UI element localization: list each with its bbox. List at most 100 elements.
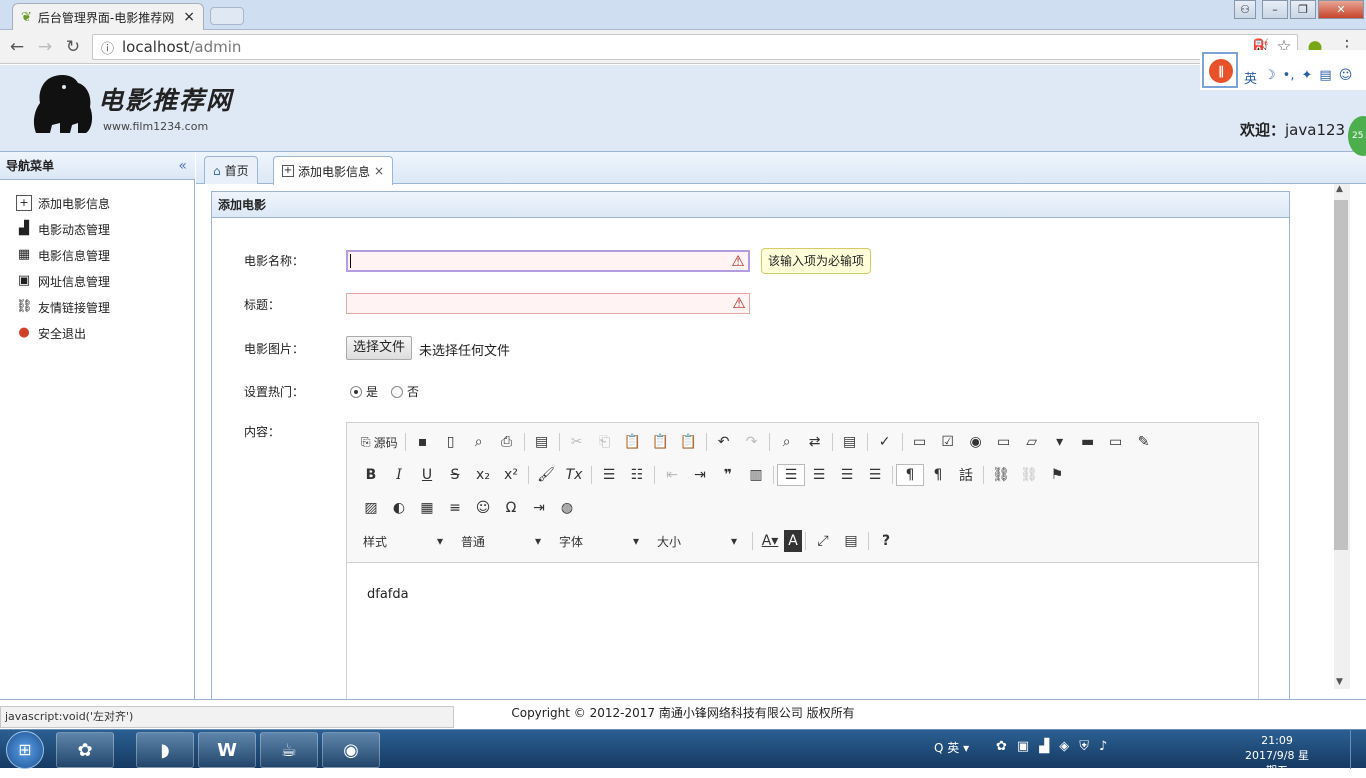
sidebar-item-links[interactable]: ⛓ 友情链接管理 <box>16 294 110 320</box>
scroll-up-icon[interactable]: ▲ <box>1336 184 1343 194</box>
redo-icon[interactable]: ↷ <box>738 431 766 453</box>
sidebar-item-movie-info[interactable]: ▦ 电影信息管理 <box>16 242 110 268</box>
movie-name-input[interactable]: ⚠ <box>346 250 750 272</box>
align-center-icon[interactable]: ☰ <box>805 464 833 486</box>
checkbox-icon[interactable]: ☑ <box>934 431 962 453</box>
smiley-icon[interactable]: ☺ <box>469 497 497 519</box>
textfield-icon[interactable]: ▭ <box>990 431 1018 453</box>
underline-icon[interactable]: U <box>413 464 441 486</box>
font-combo[interactable]: 字体 ▾ <box>553 530 645 552</box>
text-color-icon[interactable]: A▾ <box>756 530 784 552</box>
collapse-icon[interactable]: « <box>178 152 187 180</box>
image-icon[interactable]: ▨ <box>357 497 385 519</box>
tray-ime[interactable]: Q 英 ▾ <box>934 739 969 756</box>
editor-content[interactable]: dfafda <box>367 587 409 602</box>
paste-word-icon[interactable]: 📋 <box>675 431 703 453</box>
radio-no[interactable]: 否 <box>391 383 419 400</box>
forward-icon[interactable]: → <box>34 36 56 58</box>
tab-close-icon[interactable]: × <box>183 9 195 25</box>
language-icon[interactable]: 話 <box>952 464 980 486</box>
subscript-icon[interactable]: x₂ <box>469 464 497 486</box>
scrollbar-thumb[interactable] <box>1334 200 1348 550</box>
minimize-button[interactable]: – <box>1262 0 1288 19</box>
italic-icon[interactable]: I <box>385 464 413 486</box>
ime-logo[interactable]: ∥ <box>1202 52 1238 88</box>
select-all-icon[interactable]: ▤ <box>836 431 864 453</box>
choose-file-button[interactable]: 选择文件 <box>346 336 413 360</box>
tray-shield-icon[interactable]: ⛨ <box>1079 739 1089 754</box>
title-input[interactable]: ⚠ <box>346 293 750 314</box>
clipboard-icon[interactable]: ▤ <box>1319 68 1331 87</box>
show-desktop-button[interactable] <box>1350 730 1366 769</box>
punct-icon[interactable]: •, <box>1283 68 1295 87</box>
maximize-icon[interactable]: ⤢ <box>809 530 837 552</box>
blockquote-icon[interactable]: ❞ <box>714 464 742 486</box>
spellcheck-icon[interactable]: ✓ <box>871 431 899 453</box>
flash-icon[interactable]: ◐ <box>385 497 413 519</box>
user-icon[interactable]: ⚇ <box>1234 0 1256 19</box>
clock[interactable]: 21:09 2017/9/8 星期五 <box>1244 733 1310 778</box>
sidebar-item-add-movie[interactable]: + 添加电影信息 <box>16 190 110 216</box>
radio-no-circle[interactable] <box>391 385 403 398</box>
radio-icon[interactable]: ◉ <box>962 431 990 453</box>
maximize-button[interactable]: ❐ <box>1290 0 1316 19</box>
page-break-icon[interactable]: ⇥ <box>525 497 553 519</box>
remove-format-icon[interactable]: Tx <box>560 464 588 486</box>
tab-home[interactable]: ⌂ 首页 <box>204 156 258 184</box>
div-container-icon[interactable]: ▥ <box>742 464 770 486</box>
paste-icon[interactable]: 📋 <box>619 431 647 453</box>
radio-yes-circle[interactable] <box>350 385 362 398</box>
source-button[interactable]: ⎘ 源码 <box>357 431 402 453</box>
ime-lang[interactable]: 英 <box>1244 68 1257 87</box>
sidebar-item-logout[interactable]: ● 安全退出 <box>16 320 86 346</box>
ltr-icon[interactable]: ¶ <box>896 464 924 486</box>
moon-icon[interactable]: ☽ <box>1264 68 1276 87</box>
tab-add-movie[interactable]: + 添加电影信息 × <box>273 156 394 185</box>
print-icon[interactable]: ⎙ <box>493 431 521 453</box>
radio-yes[interactable]: 是 <box>350 383 378 400</box>
link-icon[interactable]: ⛓ <box>987 464 1015 486</box>
tray-security-icon[interactable]: ◈ <box>1059 739 1069 754</box>
start-button[interactable]: ⊞ <box>6 731 44 769</box>
format-combo[interactable]: 普通 ▾ <box>455 530 547 552</box>
select-icon[interactable]: ▾ <box>1046 431 1074 453</box>
tray-flower-icon[interactable]: ✿ <box>996 739 1007 754</box>
browser-tab[interactable]: ❦ 后台管理界面-电影推荐网 × <box>12 3 204 30</box>
horizontal-rule-icon[interactable]: ≡ <box>441 497 469 519</box>
table-icon[interactable]: ▦ <box>413 497 441 519</box>
taskbar-app-2[interactable]: ◗ <box>136 732 194 768</box>
numbered-list-icon[interactable]: ☰ <box>595 464 623 486</box>
form-icon[interactable]: ▭ <box>906 431 934 453</box>
tray-box-icon[interactable]: ▣ <box>1017 739 1029 754</box>
new-page-icon[interactable]: ▯ <box>437 431 465 453</box>
new-tab-button[interactable] <box>210 7 244 25</box>
bg-color-icon[interactable]: A <box>784 530 802 552</box>
save-icon[interactable]: ▪ <box>409 431 437 453</box>
iframe-icon[interactable]: ◍ <box>553 497 581 519</box>
show-blocks-icon[interactable]: ▤ <box>837 530 865 552</box>
sidebar-item-movie-news[interactable]: ▟ 电影动态管理 <box>16 216 110 242</box>
back-icon[interactable]: ← <box>6 36 28 58</box>
replace-icon[interactable]: ⇄ <box>801 431 829 453</box>
format-brush-icon[interactable]: 🖌 <box>532 464 560 486</box>
outdent-icon[interactable]: ⇤ <box>658 464 686 486</box>
align-left-icon[interactable]: ☰ <box>777 464 805 486</box>
indent-icon[interactable]: ⇥ <box>686 464 714 486</box>
textarea-icon[interactable]: ▱ <box>1018 431 1046 453</box>
preview-icon[interactable]: ⌕ <box>465 431 493 453</box>
undo-icon[interactable]: ↶ <box>710 431 738 453</box>
info-icon[interactable]: ⓘ <box>101 38 114 57</box>
bold-icon[interactable]: B <box>357 464 385 486</box>
hidden-field-icon[interactable]: ✎ <box>1130 431 1158 453</box>
image-button-icon[interactable]: ▭ <box>1102 431 1130 453</box>
tray-network-icon[interactable]: ▟ <box>1039 739 1049 754</box>
help-icon[interactable]: ? <box>872 530 900 552</box>
anchor-flag-icon[interactable]: ⚑ <box>1043 464 1071 486</box>
smile-icon[interactable]: ☺ <box>1339 68 1353 87</box>
templates-icon[interactable]: ▤ <box>528 431 556 453</box>
address-bar[interactable]: ⓘ localhost/admin <box>92 34 1298 60</box>
sidebar-item-url-info[interactable]: ▣ 网址信息管理 <box>16 268 110 294</box>
special-char-icon[interactable]: Ω <box>497 497 525 519</box>
close-window-button[interactable]: ✕ <box>1318 0 1364 19</box>
superscript-icon[interactable]: x² <box>497 464 525 486</box>
